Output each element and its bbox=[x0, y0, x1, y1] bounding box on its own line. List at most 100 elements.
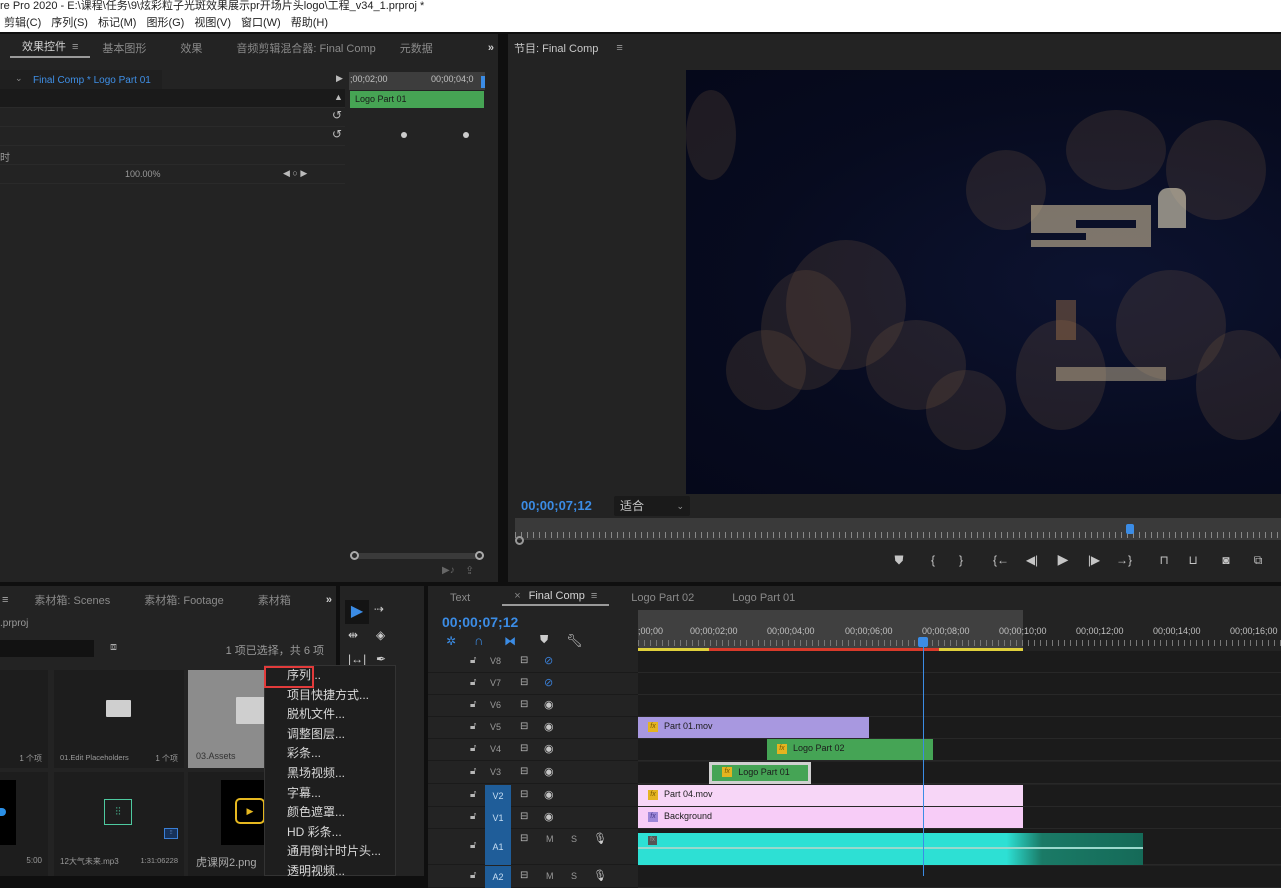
menu-item-project-shortcut[interactable]: 项目快捷方式... bbox=[265, 686, 395, 706]
menu-clip[interactable]: 剪辑(C) bbox=[0, 14, 47, 32]
sync-lock-icon[interactable]: ⊟ bbox=[520, 833, 528, 844]
eye-icon[interactable]: ◉ bbox=[544, 742, 554, 755]
clip-part-04-mov[interactable]: fx Part 04.mov bbox=[638, 785, 1023, 806]
eye-icon[interactable]: ◉ bbox=[544, 788, 554, 801]
add-marker-button[interactable]: ⛊ bbox=[892, 553, 906, 573]
keyframe[interactable] bbox=[463, 132, 469, 138]
new-bin-icon[interactable]: ⧈ bbox=[110, 641, 117, 654]
mute-button[interactable]: M bbox=[546, 834, 554, 844]
track-target-a2[interactable]: A2 bbox=[485, 866, 511, 888]
tab-effect-controls[interactable]: 效果控件 ≡ bbox=[10, 38, 91, 58]
property-value[interactable]: 100.00% bbox=[125, 169, 161, 179]
audio-clip-a1[interactable]: fx bbox=[638, 833, 1143, 865]
zoom-handle[interactable] bbox=[515, 536, 524, 545]
tab-final-comp[interactable]: × Final Comp ≡ bbox=[502, 590, 610, 606]
snap-icon[interactable]: ∩ bbox=[474, 633, 483, 648]
program-video-frame[interactable] bbox=[686, 70, 1281, 494]
menu-item-color-matte[interactable]: 颜色遮罩... bbox=[265, 803, 395, 823]
tab-bin-footage[interactable]: 素材箱: Footage bbox=[122, 592, 235, 608]
razor-tool[interactable]: ◈ bbox=[376, 628, 385, 642]
eye-off-icon[interactable]: ⊘ bbox=[544, 676, 553, 689]
reset-icon[interactable]: ↺ bbox=[332, 108, 342, 122]
lock-icon[interactable]: 🔓︎ bbox=[470, 677, 476, 688]
track-lane-v8[interactable] bbox=[638, 651, 1281, 673]
wrench-icon[interactable]: 🔧︎ bbox=[566, 633, 583, 649]
track-target-v5[interactable]: V5 bbox=[490, 722, 501, 732]
keyframe-nav[interactable]: ◀ ○ ▶ bbox=[283, 168, 307, 179]
panel-menu-icon[interactable]: ≡ bbox=[591, 590, 597, 602]
search-input[interactable] bbox=[0, 640, 94, 657]
reset-icon[interactable]: ↺ bbox=[332, 127, 342, 141]
track-lane-v6[interactable] bbox=[638, 695, 1281, 717]
playhead[interactable] bbox=[481, 76, 485, 88]
eye-icon[interactable]: ◉ bbox=[544, 720, 554, 733]
lift-button[interactable]: ⊓ bbox=[1155, 553, 1173, 573]
solo-button[interactable]: S bbox=[571, 871, 577, 881]
tab-logo-part-01[interactable]: Logo Part 01 bbox=[706, 592, 807, 604]
project-item[interactable]: 01.Edit Placeholders 1 个项 bbox=[54, 670, 184, 768]
go-to-out-button[interactable]: →} bbox=[1115, 553, 1133, 573]
tab-essential-graphics[interactable]: 基本图形 bbox=[90, 40, 158, 56]
track-lane-a2[interactable] bbox=[638, 866, 1281, 888]
track-lane-v4[interactable] bbox=[638, 739, 1281, 761]
add-marker-icon[interactable]: ⛊ bbox=[540, 634, 548, 647]
menu-item-black-video[interactable]: 黑场视频... bbox=[265, 764, 395, 784]
sync-lock-icon[interactable]: ⊟ bbox=[520, 766, 528, 777]
sync-lock-icon[interactable]: ⊟ bbox=[520, 789, 528, 800]
project-item-selected[interactable]: 03.Assets bbox=[188, 670, 266, 768]
collapse-icon[interactable]: ▲ bbox=[334, 92, 343, 102]
sync-lock-icon[interactable]: ⊟ bbox=[520, 721, 528, 732]
play-button[interactable]: ▶ bbox=[1055, 551, 1071, 571]
keyframe[interactable] bbox=[401, 132, 407, 138]
clip-part-01-mov[interactable]: fx Part 01.mov bbox=[638, 717, 869, 738]
nest-icon[interactable]: ✲ bbox=[446, 634, 456, 648]
microphone-icon[interactable]: 🎙︎ bbox=[593, 832, 607, 845]
project-item[interactable]: 1 个项 bbox=[0, 670, 48, 768]
extract-button[interactable]: ⊔ bbox=[1184, 553, 1202, 573]
step-forward-button[interactable]: |▶ bbox=[1087, 553, 1101, 573]
panel-menu-icon[interactable]: ≡ bbox=[72, 41, 78, 53]
lock-icon[interactable]: 🔓︎ bbox=[470, 811, 476, 822]
mark-in-button[interactable]: { bbox=[926, 553, 940, 573]
slip-tool[interactable]: |↔| bbox=[348, 652, 366, 666]
track-select-tool[interactable]: ⇢ bbox=[374, 602, 384, 616]
menu-item-countdown[interactable]: 通用倒计时片头... bbox=[265, 842, 395, 862]
compare-icon[interactable]: ⧉ bbox=[1250, 553, 1266, 573]
eye-icon[interactable]: ◉ bbox=[544, 698, 554, 711]
tab-metadata[interactable]: 元数据 bbox=[388, 40, 445, 56]
track-target-v7[interactable]: V7 bbox=[490, 678, 501, 688]
sync-lock-icon[interactable]: ⊟ bbox=[520, 699, 528, 710]
track-target-v1[interactable]: V1 bbox=[485, 807, 511, 829]
export-icon[interactable]: ⇪ bbox=[465, 564, 474, 577]
lock-icon[interactable]: 🔓︎ bbox=[470, 840, 476, 851]
tab-audio-clip-mixer[interactable]: 音频剪辑混合器: Final Comp bbox=[224, 40, 387, 56]
playhead[interactable] bbox=[918, 637, 928, 647]
fit-dropdown[interactable]: 适合 ⌄ bbox=[614, 496, 690, 516]
tab-logo-part-02[interactable]: Logo Part 02 bbox=[609, 592, 706, 604]
track-target-v6[interactable]: V6 bbox=[490, 700, 501, 710]
play-audio-icon[interactable]: ▶♪ bbox=[442, 565, 455, 576]
track-target-v2[interactable]: V2 bbox=[485, 785, 511, 807]
sync-lock-icon[interactable]: ⊟ bbox=[520, 743, 528, 754]
mini-timeline-ruler[interactable]: ;00;02;00 00;00;04;0 bbox=[349, 72, 485, 90]
close-icon[interactable]: × bbox=[514, 590, 520, 602]
mini-clip[interactable]: Logo Part 01 bbox=[350, 91, 484, 108]
project-item[interactable]: ⫶⫶ ⫶⫶ 12大气未来.mp3 1:31:06228 bbox=[54, 772, 184, 876]
menu-item-captions[interactable]: 字幕... bbox=[265, 784, 395, 804]
ripple-edit-tool[interactable]: ⇹ bbox=[348, 628, 358, 642]
linked-selection-icon[interactable]: ⧓ bbox=[504, 634, 516, 648]
mute-button[interactable]: M bbox=[546, 871, 554, 881]
menu-item-bars-and-tone[interactable]: 彩条... bbox=[265, 744, 395, 764]
tab-effects[interactable]: 效果 bbox=[158, 40, 224, 56]
sync-lock-icon[interactable]: ⊟ bbox=[520, 677, 528, 688]
zoom-scrollbar[interactable] bbox=[350, 551, 484, 560]
panel-menu-icon[interactable]: ≡ bbox=[0, 594, 8, 606]
panel-menu-icon[interactable]: ≡ bbox=[616, 42, 622, 54]
tab-bin-scenes[interactable]: 素材箱: Scenes bbox=[8, 592, 122, 608]
tab-text[interactable]: Text bbox=[428, 592, 482, 604]
timeline-timecode[interactable]: 00;00;07;12 bbox=[442, 614, 518, 630]
clip-logo-part-02[interactable]: fx Logo Part 02 bbox=[766, 739, 933, 760]
track-lane-v7[interactable] bbox=[638, 673, 1281, 695]
panel-overflow-button[interactable]: » bbox=[488, 42, 494, 54]
eye-icon[interactable]: ◉ bbox=[544, 810, 554, 823]
